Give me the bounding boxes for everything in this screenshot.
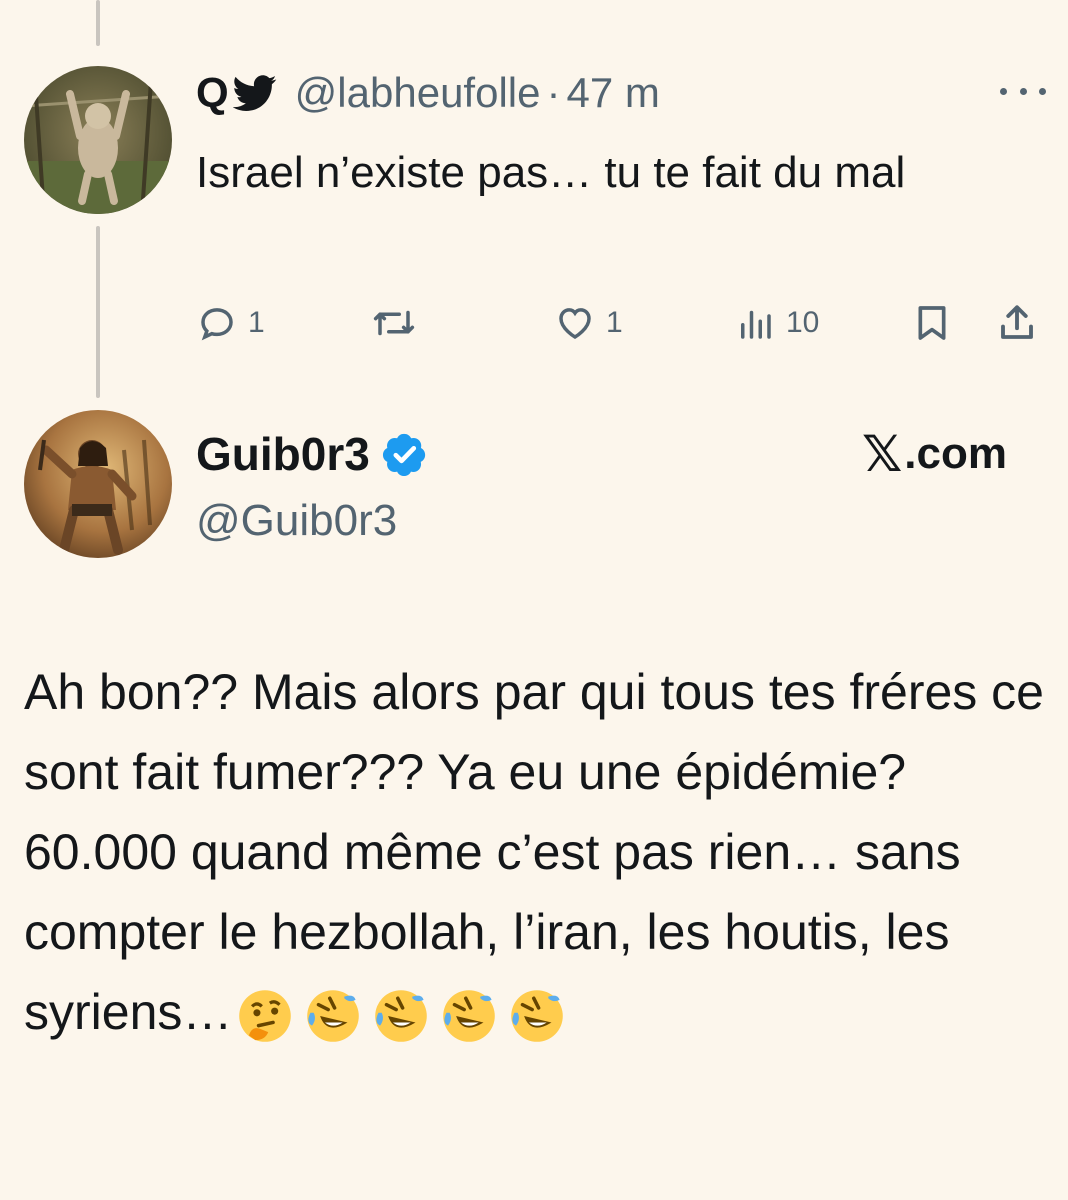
main-text-line-1: Ah bon?? Mais alors par qui tous tes fré… bbox=[24, 664, 1044, 800]
like-count: 1 bbox=[606, 306, 623, 339]
reply-header: Q @labheufolle · 47 m bbox=[196, 66, 660, 120]
separator-dot: · bbox=[546, 69, 561, 116]
main-author-name[interactable]: Guib0r3 bbox=[196, 427, 370, 481]
main-author-row: Guib0r3 bbox=[196, 424, 428, 484]
main-avatar[interactable] bbox=[24, 410, 172, 558]
rolling-on-floor-laughing-icon bbox=[375, 990, 428, 1042]
rolling-on-floor-laughing-icon bbox=[307, 990, 360, 1042]
reply-timestamp[interactable]: 47 m bbox=[566, 69, 659, 117]
main-tweet-text: Ah bon?? Mais alors par qui tous tes fré… bbox=[24, 652, 1054, 1052]
brand-suffix: .com bbox=[904, 429, 1007, 478]
like-icon bbox=[559, 308, 591, 340]
views-button[interactable]: 10 bbox=[734, 302, 819, 344]
verified-badge-icon bbox=[382, 433, 425, 477]
reply-button[interactable]: 1 bbox=[196, 302, 265, 344]
bird-icon bbox=[232, 75, 276, 111]
x-com-brand: 𝕏 .com bbox=[862, 425, 1007, 483]
main-handle[interactable]: @Guib0r3 bbox=[196, 496, 397, 546]
views-count: 10 bbox=[786, 306, 820, 339]
bookmark-button[interactable] bbox=[912, 302, 952, 344]
emoji-row bbox=[236, 987, 576, 1045]
like-button[interactable]: 1 bbox=[554, 302, 623, 344]
retweet-button[interactable] bbox=[370, 302, 418, 344]
thinking-face-icon bbox=[239, 990, 292, 1042]
bookmark-icon bbox=[918, 306, 946, 340]
action-bar: 1 1 10 bbox=[0, 300, 1068, 350]
reply-icon bbox=[201, 308, 233, 341]
rolling-on-floor-laughing-icon bbox=[443, 990, 496, 1042]
reply-avatar[interactable] bbox=[24, 66, 172, 214]
share-button[interactable] bbox=[996, 302, 1038, 344]
views-icon bbox=[741, 310, 771, 339]
thread-line-top bbox=[96, 0, 100, 46]
retweet-icon bbox=[373, 310, 415, 336]
more-icon[interactable] bbox=[1000, 76, 1046, 106]
share-icon bbox=[1001, 305, 1033, 339]
main-text-line-2: 60.000 quand même c’est pas rien… sans c… bbox=[24, 812, 1054, 1052]
reply-author-name[interactable]: Q bbox=[196, 69, 229, 117]
rolling-on-floor-laughing-icon bbox=[511, 990, 564, 1042]
x-logo-icon: 𝕏 bbox=[862, 425, 903, 483]
reply-handle[interactable]: @labheufolle bbox=[295, 69, 541, 117]
reply-text: Israel n’existe pas… tu te fait du mal bbox=[196, 148, 906, 197]
reply-count: 1 bbox=[248, 306, 265, 339]
